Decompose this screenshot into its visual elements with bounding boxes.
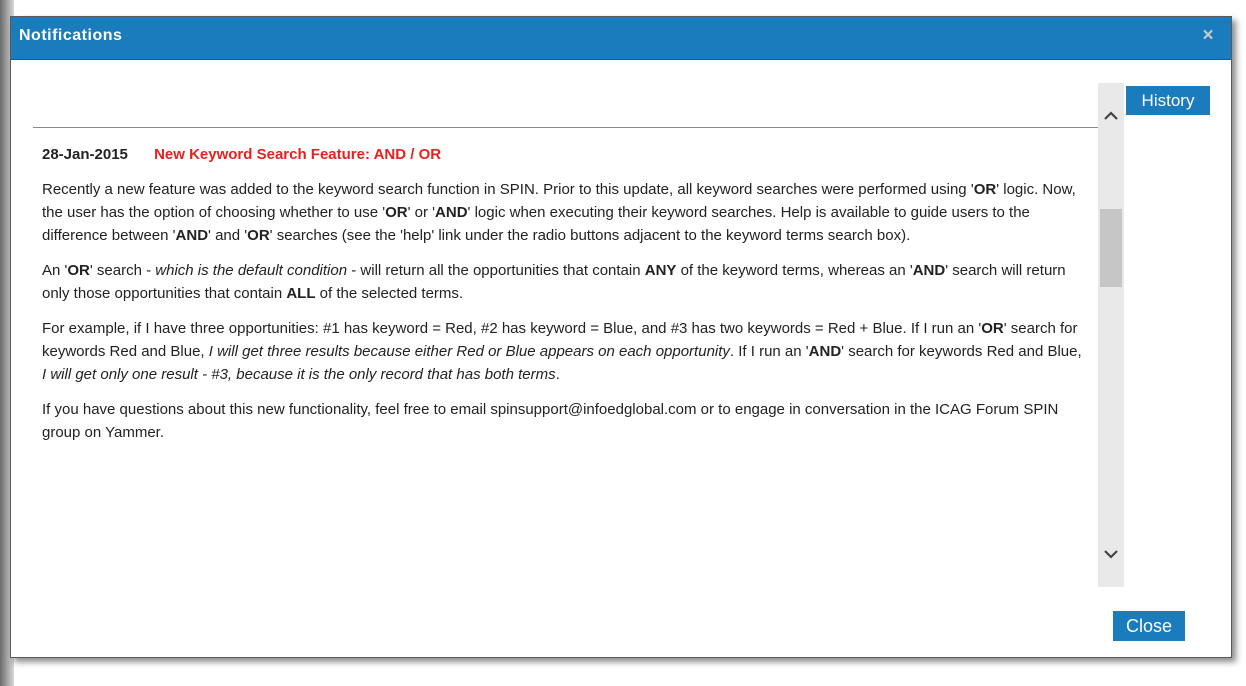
notice-header: 28-Jan-2015 New Keyword Search Feature: … — [42, 143, 1088, 166]
text-run: . If I run an ' — [729, 343, 809, 360]
notice-paragraph-4: If you have questions about this new fun… — [42, 398, 1088, 444]
close-button[interactable]: Close — [1113, 611, 1185, 641]
history-button[interactable]: History — [1126, 86, 1210, 115]
notifications-content: 28-Jan-2015 New Keyword Search Feature: … — [33, 83, 1125, 587]
text-run-bold: ALL — [286, 285, 316, 302]
close-icon[interactable]: × — [1199, 26, 1217, 46]
notice-date: 28-Jan-2015 — [42, 146, 128, 163]
text-run-bold: OR — [67, 262, 90, 279]
dialog-titlebar: Notifications × — [11, 17, 1231, 60]
text-run-bold: OR — [973, 181, 997, 198]
vertical-scrollbar[interactable] — [1098, 83, 1124, 587]
text-run: An ' — [42, 262, 68, 279]
text-run-bold: OR — [247, 227, 270, 244]
text-run: - will return all the opportunities that… — [347, 262, 645, 279]
text-run-bold: OR — [385, 204, 408, 221]
notice-paragraph-1: Recently a new feature was added to the … — [42, 178, 1088, 247]
scroll-down-icon[interactable] — [1098, 539, 1124, 567]
notice-paragraph-2: An 'OR' search - which is the default co… — [42, 259, 1088, 305]
divider — [33, 127, 1101, 128]
text-run-italic: which is the default condition — [155, 262, 348, 279]
notifications-dialog: Notifications × 28-Jan-2015 New Keyword … — [10, 16, 1232, 658]
text-run: of the keyword terms, whereas an ' — [676, 262, 913, 279]
text-run: ' search - — [89, 262, 156, 279]
scroll-up-icon[interactable] — [1098, 101, 1124, 129]
text-run-bold: OR — [981, 320, 1004, 337]
text-run: of the selected terms. — [315, 285, 464, 302]
text-run-bold: AND — [175, 227, 209, 244]
text-run: ' search for keywords Red and Blue, — [841, 343, 1082, 360]
text-run: . — [555, 366, 560, 383]
text-run-italic: I will get only one result - #3, because… — [42, 366, 556, 383]
notice-p1-text: Recently a new feature was added to the … — [42, 181, 1076, 244]
text-run-bold: AND — [435, 204, 468, 221]
notice-paragraph-3: For example, if I have three opportuniti… — [42, 317, 1088, 386]
notice-p4-text: If you have questions about this new fun… — [42, 401, 1059, 441]
scroll-thumb[interactable] — [1100, 209, 1122, 287]
text-run-bold: AND — [912, 262, 946, 279]
text-run: For example, if I have three opportuniti… — [42, 320, 982, 337]
text-run-italic: I will get three results because either … — [208, 343, 730, 360]
notice-item: 28-Jan-2015 New Keyword Search Feature: … — [42, 143, 1088, 456]
notice-title: New Keyword Search Feature: AND / OR — [154, 146, 442, 163]
text-run-bold: ANY — [644, 262, 677, 279]
dialog-title: Notifications — [19, 27, 123, 44]
text-run-bold: AND — [808, 343, 842, 360]
